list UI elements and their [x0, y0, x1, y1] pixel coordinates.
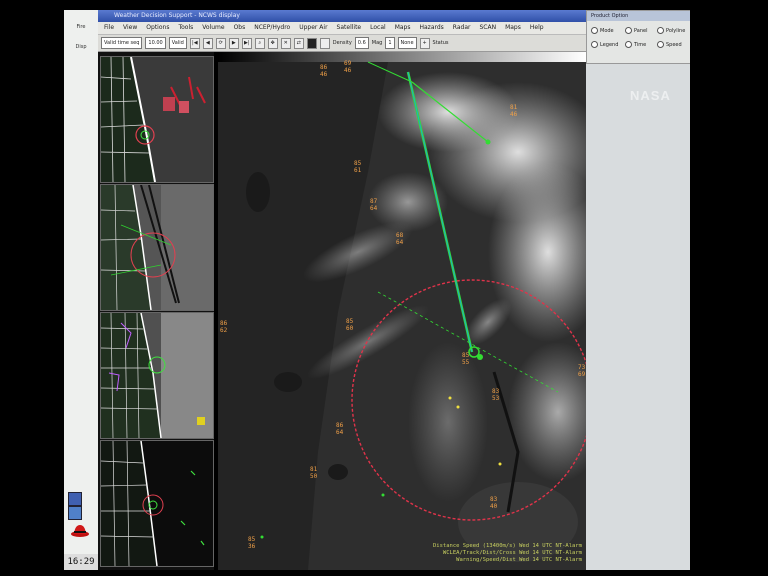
next-frame-icon[interactable]: ▶ — [228, 37, 239, 49]
zoom-icon[interactable]: ⌕ — [254, 37, 265, 49]
first-frame-icon[interactable]: |◀ — [189, 37, 200, 49]
menu-local[interactable]: Local — [370, 22, 386, 34]
frame-count-select[interactable]: 10.00 — [145, 37, 166, 49]
red-hat-icon[interactable] — [70, 522, 90, 538]
taskbar-clock: 16:29 — [64, 554, 98, 570]
product-option-panel: Product Option Mode Panel Polyline Legen… — [586, 10, 690, 64]
radio-icon — [591, 27, 598, 34]
station-label: 85 60 — [346, 318, 354, 332]
station-label: 86 46 — [320, 64, 328, 78]
loop-icon[interactable]: ⟳ — [215, 37, 226, 49]
menu-satellite[interactable]: Satellite — [337, 22, 362, 34]
menu-hazards[interactable]: Hazards — [419, 22, 443, 34]
menu-options[interactable]: Options — [146, 22, 169, 34]
station-label: 83 40 — [490, 496, 498, 510]
menu-help[interactable]: Help — [530, 22, 544, 34]
menu-obs[interactable]: Obs — [234, 22, 246, 34]
readout-line: Warning/Speed/Dist Wed 14 UTC NT-Alarm — [456, 557, 582, 563]
option-panel[interactable]: Panel — [625, 27, 648, 34]
mag-label: Mag — [371, 40, 383, 46]
status-label: Status — [432, 40, 449, 46]
radio-icon — [625, 27, 632, 34]
toolbar: Valid time seq 10.00 Valid |◀ ◀ ⟳ ▶ ▶| ⌕… — [98, 35, 586, 52]
menu-scan[interactable]: SCAN — [479, 22, 496, 34]
satellite-map[interactable]: 86 46 85 61 87 64 68 64 86 62 85 60 85 55 73 69 … — [218, 52, 586, 570]
swap-icon[interactable]: ⇄ — [293, 37, 304, 49]
map-panel-3[interactable] — [100, 312, 214, 439]
menu-radar[interactable]: Radar — [453, 22, 471, 34]
density-value[interactable]: 0.6 — [354, 37, 369, 49]
menu-bar: File View Options Tools Volume Obs NCEP/… — [98, 22, 586, 35]
menu-tools[interactable]: Tools — [178, 22, 193, 34]
station-label: 83 53 — [492, 388, 500, 402]
option-polyline[interactable]: Polyline — [657, 27, 685, 34]
screen: Fire Disp 16:29 Weather Decision Support… — [64, 10, 690, 570]
taskbar-item-fire[interactable]: Fire — [68, 16, 94, 38]
menu-maps-2[interactable]: Maps — [505, 22, 521, 34]
panel-column — [98, 52, 214, 570]
station-label: 69 46 — [344, 60, 352, 74]
station-label: 86 64 — [336, 422, 344, 436]
pan-icon[interactable]: ✥ — [267, 37, 278, 49]
density-label: Density — [332, 40, 352, 46]
menu-ncep-hydro[interactable]: NCEP/Hydro — [254, 22, 290, 34]
workspace-switch-icon[interactable] — [68, 506, 82, 520]
menu-volume[interactable]: Volume — [202, 22, 224, 34]
station-label-layer: 86 46 85 61 87 64 68 64 86 62 85 60 85 55 73 69 … — [218, 52, 586, 570]
map-panel-4[interactable] — [100, 440, 214, 567]
nasa-watermark: NASA — [630, 88, 671, 103]
map-panel-2[interactable] — [100, 184, 214, 311]
map-panel-1[interactable] — [100, 56, 214, 183]
window-title: Weather Decision Support - NCWS display — [98, 10, 586, 22]
readout-line: WCLEA/Track/Dist/Cross Wed 14 UTC NT-Ala… — [442, 550, 582, 556]
load-mode-select[interactable]: Valid — [168, 37, 187, 49]
frame-select[interactable]: Valid time seq — [101, 37, 143, 49]
product-option-title: Product Option — [587, 11, 690, 21]
workspace-switch-icon[interactable] — [68, 492, 82, 506]
clear-icon[interactable]: ✕ — [280, 37, 291, 49]
station-label: 85 55 — [462, 352, 470, 366]
station-label: 81 46 — [510, 104, 518, 118]
station-label: 68 64 — [396, 232, 404, 246]
menu-view[interactable]: View — [123, 22, 137, 34]
radio-icon — [625, 41, 632, 48]
option-mode[interactable]: Mode — [591, 27, 614, 34]
option-speed[interactable]: Speed — [657, 41, 682, 48]
taskbar-item-disp[interactable]: Disp — [68, 36, 94, 58]
menu-upper-air[interactable]: Upper Air — [299, 22, 327, 34]
radio-icon — [591, 41, 598, 48]
prev-frame-icon[interactable]: ◀ — [202, 37, 213, 49]
station-label: 87 64 — [370, 198, 378, 212]
station-label: 85 36 — [248, 536, 256, 550]
station-label: 86 62 — [220, 320, 228, 334]
mag-value[interactable]: 1 — [385, 37, 395, 49]
expand-icon[interactable]: + — [419, 37, 430, 49]
radio-icon — [657, 27, 664, 34]
readout-panel: Distance Speed (13400m/s) Wed 14 UTC NT-… — [433, 543, 582, 564]
black-color-icon[interactable] — [306, 37, 317, 49]
radio-icon — [657, 41, 664, 48]
station-label: 81 50 — [310, 466, 318, 480]
taskbar: Fire Disp 16:29 — [64, 10, 99, 570]
app-window: Weather Decision Support - NCWS display … — [98, 10, 586, 570]
station-label: 85 61 — [354, 160, 362, 174]
menu-file[interactable]: File — [104, 22, 114, 34]
readout-line: Distance Speed (13400m/s) Wed 14 UTC NT-… — [432, 543, 582, 549]
option-legend[interactable]: Legend — [591, 41, 618, 48]
last-frame-icon[interactable]: ▶| — [241, 37, 252, 49]
none-select[interactable]: None — [397, 37, 417, 49]
menu-maps[interactable]: Maps — [395, 22, 411, 34]
station-label: 73 69 — [578, 364, 586, 378]
option-time[interactable]: Time — [625, 41, 646, 48]
white-color-icon[interactable] — [319, 37, 330, 49]
